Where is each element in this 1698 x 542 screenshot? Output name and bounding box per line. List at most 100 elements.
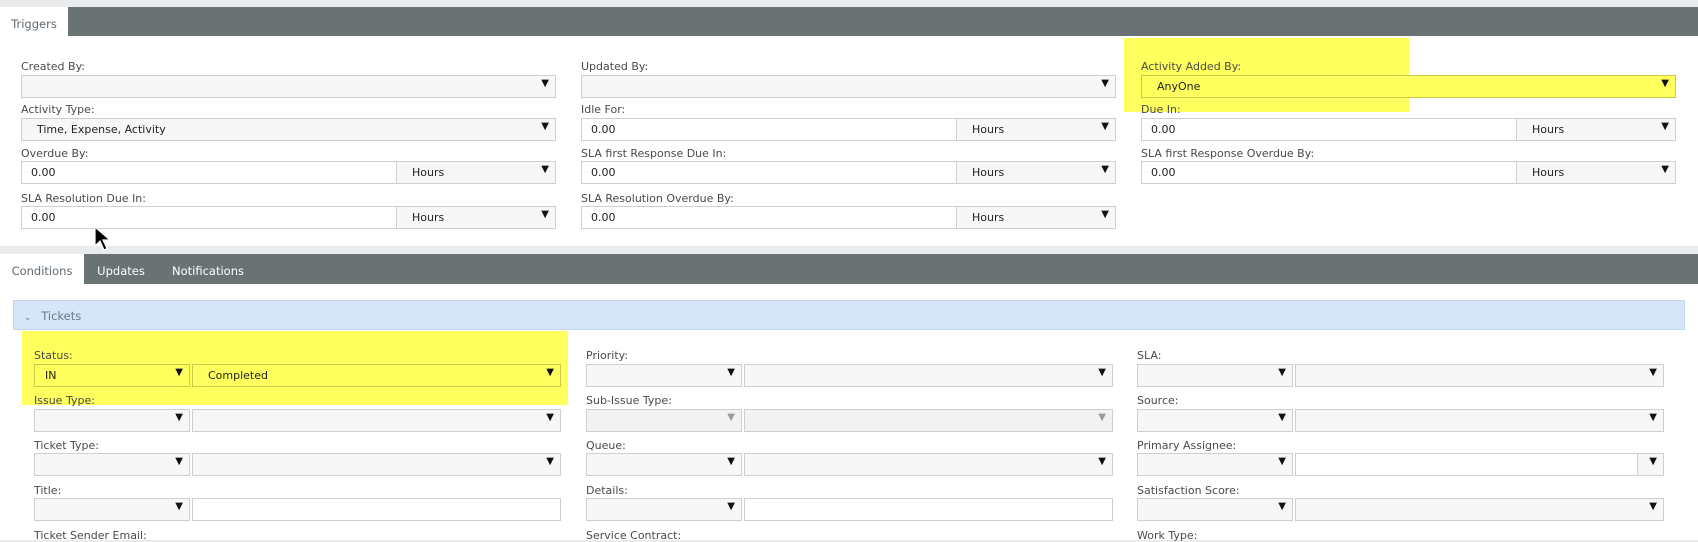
sla-resolution-due-in-unit: Hours (412, 211, 445, 224)
overdue-by-unit: Hours (412, 166, 445, 179)
source-value-select[interactable]: ▼ (1295, 409, 1664, 432)
issue-type-value-select[interactable]: ▼ (192, 409, 561, 432)
due-in-unit-select[interactable]: Hours ▼ (1516, 118, 1676, 141)
sla-value-select[interactable]: ▼ (1295, 364, 1664, 387)
tab-triggers[interactable]: Triggers (0, 7, 68, 36)
idle-for-unit-select[interactable]: Hours ▼ (956, 118, 1116, 141)
title-operator-select[interactable]: ▼ (34, 498, 190, 521)
chevron-down-icon: ▼ (541, 209, 549, 220)
queue-operator-select[interactable]: ▼ (586, 453, 742, 476)
ticket-type-value-select[interactable]: ▼ (192, 453, 561, 476)
chevron-down-icon: ▼ (175, 456, 183, 467)
title-value-input[interactable] (192, 498, 561, 521)
satisfaction-score-value-select[interactable]: ▼ (1295, 498, 1664, 521)
sla-first-response-overdue-by-input[interactable]: 0.00 (1141, 161, 1517, 184)
details-operator-select[interactable]: ▼ (586, 498, 742, 521)
sla-resolution-due-in-label: SLA Resolution Due In: (21, 192, 146, 205)
activity-added-by-label: Activity Added By: (1141, 60, 1242, 73)
primary-assignee-dropdown-button[interactable]: ▼ (1637, 453, 1664, 476)
idle-for-input[interactable]: 0.00 (581, 118, 957, 141)
queue-value-select[interactable]: ▼ (744, 453, 1113, 476)
mouse-cursor-icon (94, 226, 112, 251)
chevron-down-icon: ▼ (1098, 367, 1106, 378)
status-operator-select[interactable]: IN ▼ (34, 364, 190, 387)
tab-updates[interactable]: Updates (84, 254, 158, 284)
sla-first-response-due-in-unit: Hours (972, 166, 1005, 179)
chevron-down-icon: ▼ (1661, 78, 1669, 89)
tab-notifications[interactable]: Notifications (162, 254, 254, 284)
sub-issue-type-value-select[interactable]: ▼ (744, 409, 1113, 432)
chevron-down-icon: ▼ (546, 456, 554, 467)
ticket-type-label: Ticket Type: (34, 439, 100, 452)
sla-resolution-due-in-value: 0.00 (31, 211, 56, 224)
sla-resolution-overdue-by-unit-select[interactable]: Hours ▼ (956, 206, 1116, 229)
sla-resolution-overdue-by-input[interactable]: 0.00 (581, 206, 957, 229)
overdue-by-input[interactable]: 0.00 (21, 161, 397, 184)
activity-type-select[interactable]: Time, Expense, Activity ▼ (21, 118, 556, 141)
sla-operator-select[interactable]: ▼ (1137, 364, 1293, 387)
chevron-down-icon: ▼ (1101, 78, 1109, 89)
chevron-down-icon: ▼ (1098, 456, 1106, 467)
created-by-select[interactable]: ▼ (21, 75, 556, 98)
sla-first-response-overdue-by-unit-select[interactable]: Hours ▼ (1516, 161, 1676, 184)
issue-type-operator-select[interactable]: ▼ (34, 409, 190, 432)
sla-first-response-due-in-unit-select[interactable]: Hours ▼ (956, 161, 1116, 184)
due-in-input[interactable]: 0.00 (1141, 118, 1517, 141)
sla-resolution-due-in-unit-select[interactable]: Hours ▼ (396, 206, 556, 229)
title-label: Title: (34, 484, 62, 497)
overdue-by-label: Overdue By: (21, 147, 89, 160)
tickets-section-header[interactable]: ⌄ Tickets (13, 300, 1685, 330)
chevron-down-icon: ⌄ (24, 313, 32, 323)
chevron-down-icon: ▼ (1278, 456, 1286, 467)
status-value-select[interactable]: Completed ▼ (192, 364, 561, 387)
details-label: Details: (586, 484, 628, 497)
idle-for-value: 0.00 (591, 123, 616, 136)
details-value-input[interactable] (744, 498, 1113, 521)
due-in-value: 0.00 (1151, 123, 1176, 136)
chevron-down-icon: ▼ (1101, 209, 1109, 220)
updated-by-select[interactable]: ▼ (581, 75, 1116, 98)
overdue-by-unit-select[interactable]: Hours ▼ (396, 161, 556, 184)
priority-value-select[interactable]: ▼ (744, 364, 1113, 387)
activity-type-value: Time, Expense, Activity (37, 123, 166, 136)
chevron-down-icon: ▼ (546, 412, 554, 423)
status-label: Status: (34, 349, 73, 362)
primary-assignee-operator-select[interactable]: ▼ (1137, 453, 1293, 476)
due-in-unit: Hours (1532, 123, 1565, 136)
chevron-down-icon: ▼ (1101, 121, 1109, 132)
activity-added-by-select[interactable]: AnyOne ▼ (1141, 75, 1676, 98)
satisfaction-score-label: Satisfaction Score: (1137, 484, 1240, 497)
ticket-type-operator-select[interactable]: ▼ (34, 453, 190, 476)
chevron-down-icon: ▼ (1101, 164, 1109, 175)
source-operator-select[interactable]: ▼ (1137, 409, 1293, 432)
tab-conditions[interactable]: Conditions (0, 254, 84, 284)
chevron-down-icon: ▼ (1649, 412, 1657, 423)
chevron-down-icon: ▼ (541, 164, 549, 175)
chevron-down-icon: ▼ (1649, 456, 1657, 467)
sla-resolution-overdue-by-label: SLA Resolution Overdue By: (581, 192, 734, 205)
priority-operator-select[interactable]: ▼ (586, 364, 742, 387)
activity-type-label: Activity Type: (21, 103, 95, 116)
service-contract-label: Service Contract: (586, 529, 682, 542)
sla-first-response-due-in-input[interactable]: 0.00 (581, 161, 957, 184)
created-by-label: Created By: (21, 60, 85, 73)
sla-first-response-due-in-label: SLA first Response Due In: (581, 147, 727, 160)
primary-assignee-input[interactable] (1295, 453, 1638, 476)
satisfaction-score-operator-select[interactable]: ▼ (1137, 498, 1293, 521)
chevron-down-icon: ▼ (175, 367, 183, 378)
sub-issue-type-operator-select[interactable]: ▼ (586, 409, 742, 432)
tab-notifications-label: Notifications (172, 264, 244, 278)
activity-added-by-value: AnyOne (1157, 80, 1201, 93)
chevron-down-icon: ▼ (1278, 412, 1286, 423)
tab-triggers-label: Triggers (11, 17, 57, 31)
sla-resolution-due-in-input[interactable]: 0.00 (21, 206, 397, 229)
chevron-down-icon: ▼ (1649, 501, 1657, 512)
chevron-down-icon: ▼ (727, 501, 735, 512)
overdue-by-value: 0.00 (31, 166, 56, 179)
triggers-tab-bar: Triggers (0, 7, 1698, 36)
chevron-down-icon: ▼ (727, 412, 735, 423)
tab-conditions-label: Conditions (11, 264, 73, 278)
chevron-down-icon: ▼ (1098, 412, 1106, 423)
sla-resolution-overdue-by-unit: Hours (972, 211, 1005, 224)
tickets-section-title: Tickets (41, 309, 82, 323)
